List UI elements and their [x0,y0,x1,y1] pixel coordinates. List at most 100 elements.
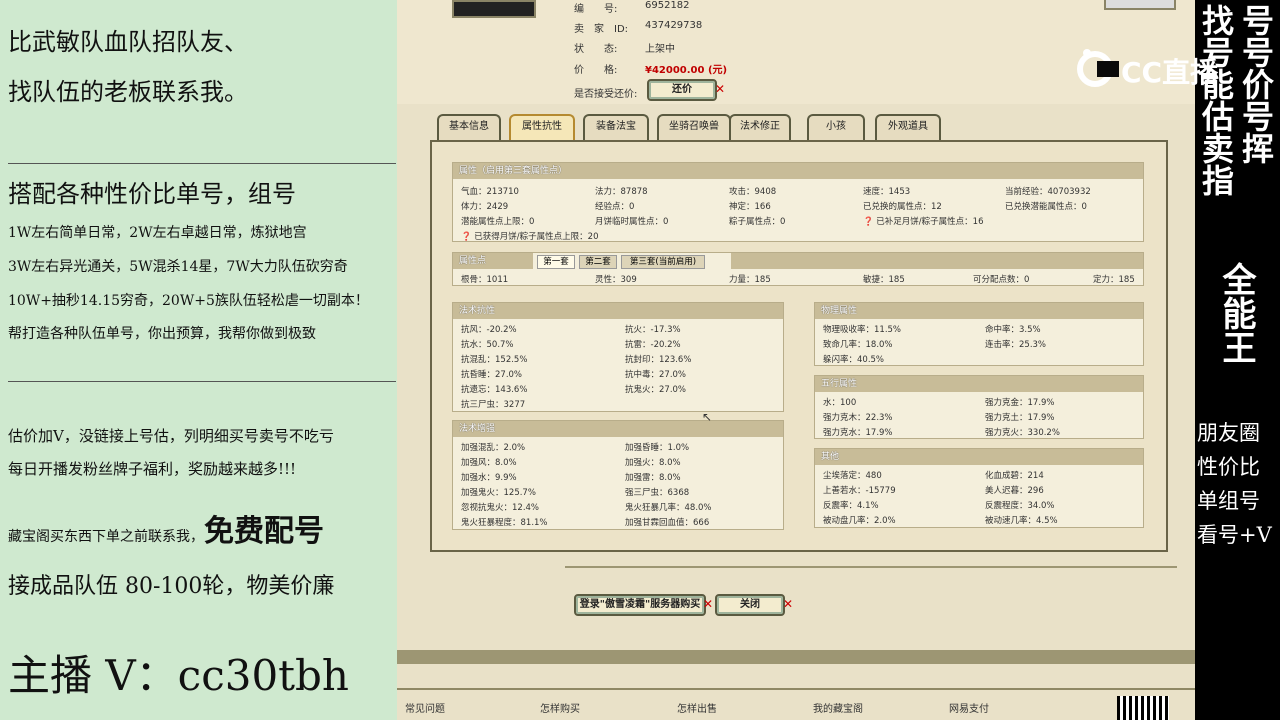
other-cell: 上善若水：-15779 [823,486,896,496]
top-right-button[interactable] [1104,0,1176,10]
five-cell: 强力克土：17.9% [985,413,1055,423]
five-cell: 强力克水：17.9% [823,428,893,438]
five-cell: 水：100 [823,398,857,408]
footer-link-how-to-sell[interactable]: 怎样出售 [677,700,717,715]
ad-line-8: 估价加V，没链接上号估，列明细买号卖号不吃亏 [8,427,334,445]
attr-cell: 当前经验：40703932 [1005,187,1091,197]
right-slogan: 全能王 [1216,262,1256,364]
five-cell: 强力克金：17.9% [985,398,1055,408]
points-cell: 可分配点数：0 [973,275,1030,285]
other-cell: 反震率：4.1% [823,501,879,511]
attr-cell: 攻击：9408 [729,187,777,197]
resist-cell: 抗火：-17.3% [625,325,681,335]
attr-note-text: 已获得月饼/粽子属性点上限：20 [474,232,599,242]
game-window: 编 号: 6952182 卖 家 ID: 437429738 状 态: 上架中 … [397,0,1195,720]
status-label: 状 态: [574,44,618,55]
attr-cell: ❓ 已补足月饼/粽子属性点：16 [863,217,984,227]
right-line: 单组号 [1197,489,1260,513]
tab-mounts-pets[interactable]: 坐骑召唤兽 [657,114,731,140]
resist-panel: 法术抗性 抗风：-20.2% 抗水：50.7% 抗混乱：152.5% 抗昏睡：2… [452,302,784,412]
right-line: 朋友圈 [1197,421,1260,445]
attr-cell: 粽子属性点：0 [729,217,786,227]
divider [565,566,1177,568]
tab-equipment[interactable]: 装备法宝 [583,114,649,140]
points-cell: 敏捷：185 [863,275,905,285]
tab-attributes[interactable]: 属性抗性 [509,114,575,140]
seller-value: 437429738 [645,20,703,31]
physical-cell: 连击率：25.3% [985,340,1047,350]
close-button[interactable]: 关闭 [715,594,785,616]
other-cell: 化血成碧：214 [985,471,1044,481]
streamer-left-panel: 比武敏队血队招队友、 找队伍的老板联系我。 搭配各种性价比单号，组号 1W左右简… [0,0,397,720]
mouse-cursor-icon: ↖ [702,410,713,424]
attributes-panel: 属性（启用第三套属性点） 气血：213710 法力：87878 攻击：9408 … [452,162,1144,242]
enhance-cell: 加强昏睡：1.0% [625,443,690,453]
resist-cell: 抗封印：123.6% [625,355,692,365]
resist-cell: 抗遗忘：143.6% [461,385,528,395]
tab-spell-correction[interactable]: 法术修正 [729,114,791,140]
tab-basic-info[interactable]: 基本信息 [437,114,501,140]
five-cell: 强力克木：22.3% [823,413,893,423]
free-config-text: 免费配号 [204,514,324,549]
footer-link-how-to-buy[interactable]: 怎样购买 [540,700,580,715]
points-header-bar [731,253,1143,269]
footer-link-faq[interactable]: 常见问题 [405,700,445,715]
ad-line-9: 每日开播发粉丝牌子福利，奖励越来越多!!! [8,460,297,478]
attr-cell-text: 已补足月饼/粽子属性点：16 [876,217,984,227]
footer-link-my-cbg[interactable]: 我的藏宝阁 [813,700,863,715]
id-value: 6952182 [645,0,690,11]
ad-line-5: 3W左右异光通关，5W混杀14星，7W大力队伍砍穷奇 [8,259,348,275]
other-cell: 美人迟暮：296 [985,486,1044,496]
enhance-cell: 忽视抗鬼火：12.4% [461,503,540,513]
points-cell: 力量：185 [729,275,771,285]
close-icon: ✕ [715,82,726,96]
enhance-panel: 法术增强 加强混乱：2.0% 加强风：8.0% 加强水：9.9% 加强鬼火：12… [452,420,784,530]
ad-line-11: 接成品队伍 80-100轮，物美价廉 [8,574,335,599]
physical-cell: 致命几率：18.0% [823,340,893,350]
subtab-set-2[interactable]: 第二套 [579,255,617,269]
enhance-cell: 加强风：8.0% [461,458,517,468]
points-cell: 灵性：309 [595,275,637,285]
right-line: 性价比 [1197,455,1260,479]
other-panel: 其他 尘埃落定：480 上善若水：-15779 反震率：4.1% 被动盘几率：2… [814,448,1144,528]
divider [8,163,396,164]
right-vertical-col-1: 找号能估卖指 [1197,4,1235,196]
enhance-cell: 鬼火狂暴程度：81.1% [461,518,548,528]
physical-panel: 物理属性 物理吸收率：11.5% 致命几率：18.0% 躲闪率：40.5% 命中… [814,302,1144,366]
attr-note: ❓ 已获得月饼/粽子属性点上限：20 [461,232,599,242]
subtab-set-1[interactable]: 第一套 [537,255,575,269]
enhance-cell: 加强雷：8.0% [625,473,681,483]
resist-cell: 抗风：-20.2% [461,325,517,335]
ad-line-10-text: 藏宝阁买东西下单之前联系我， [8,529,204,545]
attr-cell: 潜能属性点上限：0 [461,217,535,227]
physical-cell: 命中率：3.5% [985,325,1041,335]
bargain-button[interactable]: 还价 [647,79,717,101]
price-value: ¥42000.00 (元) [645,65,728,76]
five-elements-panel: 五行属性 水：100 强力克木：22.3% 强力克水：17.9% 强力克金：17… [814,375,1144,439]
attr-cell: 已兑换潜能属性点：0 [1005,202,1087,212]
attr-cell: 气血：213710 [461,187,519,197]
attr-cell: 体力：2429 [461,202,509,212]
five-cell: 强力克火：330.2% [985,428,1060,438]
resist-cell: 抗水：50.7% [461,340,514,350]
footer-link-netease-pay[interactable]: 网易支付 [949,700,989,715]
price-label: 价 格: [574,65,618,76]
other-cell: 尘埃落定：480 [823,471,882,481]
tab-content: 属性（启用第三套属性点） 气血：213710 法力：87878 攻击：9408 … [430,140,1168,552]
qr-code-icon [1117,696,1169,720]
tab-child[interactable]: 小孩 [807,114,865,140]
other-title: 其他 [815,449,1143,465]
resist-cell: 抗混乱：152.5% [461,355,528,365]
resist-cell: 抗鬼火：27.0% [625,385,687,395]
physical-cell: 物理吸收率：11.5% [823,325,902,335]
subtab-set-3[interactable]: 第三套(当前启用) [621,255,705,269]
login-buy-button[interactable]: 登录"傲雪凌霜"服务器购买 [574,594,706,616]
enhance-cell: 加强甘霖回血值：666 [625,518,710,528]
ad-line-10: 藏宝阁买东西下单之前联系我，免费配号 [8,506,324,550]
tab-appearance[interactable]: 外观道具 [875,114,941,140]
five-elements-title: 五行属性 [815,376,1143,392]
cc-logo-icon [1077,49,1119,87]
enhance-cell: 加强混乱：2.0% [461,443,526,453]
streamer-contact: 主播 V：cc30tbh [8,651,349,700]
other-cell: 被动速几率：4.5% [985,516,1058,526]
